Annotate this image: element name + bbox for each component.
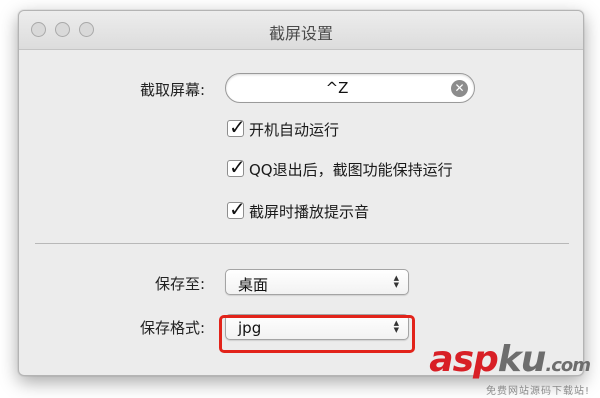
autostart-label: 开机自动运行 <box>249 121 340 139</box>
checkmark-icon: ✓ <box>229 115 246 139</box>
save-location-select[interactable]: 桌面 ▲ ▼ <box>225 269 409 295</box>
site-watermark: aspku.com 免费网站源码下载站! <box>429 339 591 398</box>
title-bar: 截屏设置 <box>19 11 583 50</box>
checkmark-icon: ✓ <box>229 197 246 221</box>
capture-shortcut-label: 截取屏幕: <box>139 81 205 99</box>
checkmark-icon: ✓ <box>229 155 246 179</box>
window-title: 截屏设置 <box>268 24 333 43</box>
keep-running-label: QQ退出后，截图功能保持运行 <box>249 161 453 179</box>
section-divider <box>35 243 569 244</box>
highlight-annotation-box <box>219 315 415 353</box>
autostart-checkbox[interactable]: ✓ <box>227 115 246 139</box>
updown-arrows-icon: ▲ ▼ <box>393 274 399 289</box>
watermark-logo: aspku.com <box>429 339 591 380</box>
clear-circle-icon[interactable]: ✕ <box>451 80 468 97</box>
play-sound-checkbox[interactable]: ✓ <box>227 197 246 221</box>
keep-running-checkbox[interactable]: ✓ <box>227 155 246 179</box>
settings-window: 截屏设置 截取屏幕: ^Z ✕ ✓ 开机自动运行 ✓ QQ退出后，截图功能保持运… <box>18 10 584 376</box>
save-location-value: 桌面 <box>238 276 269 294</box>
watermark-subtitle: 免费网站源码下载站! <box>485 386 590 397</box>
play-sound-label: 截屏时播放提示音 <box>249 203 370 221</box>
shortcut-value: ^Z <box>325 79 349 97</box>
save-format-label: 保存格式: <box>139 319 205 337</box>
save-location-label: 保存至: <box>154 275 205 293</box>
capture-shortcut-field[interactable]: ^Z ✕ <box>225 73 475 103</box>
